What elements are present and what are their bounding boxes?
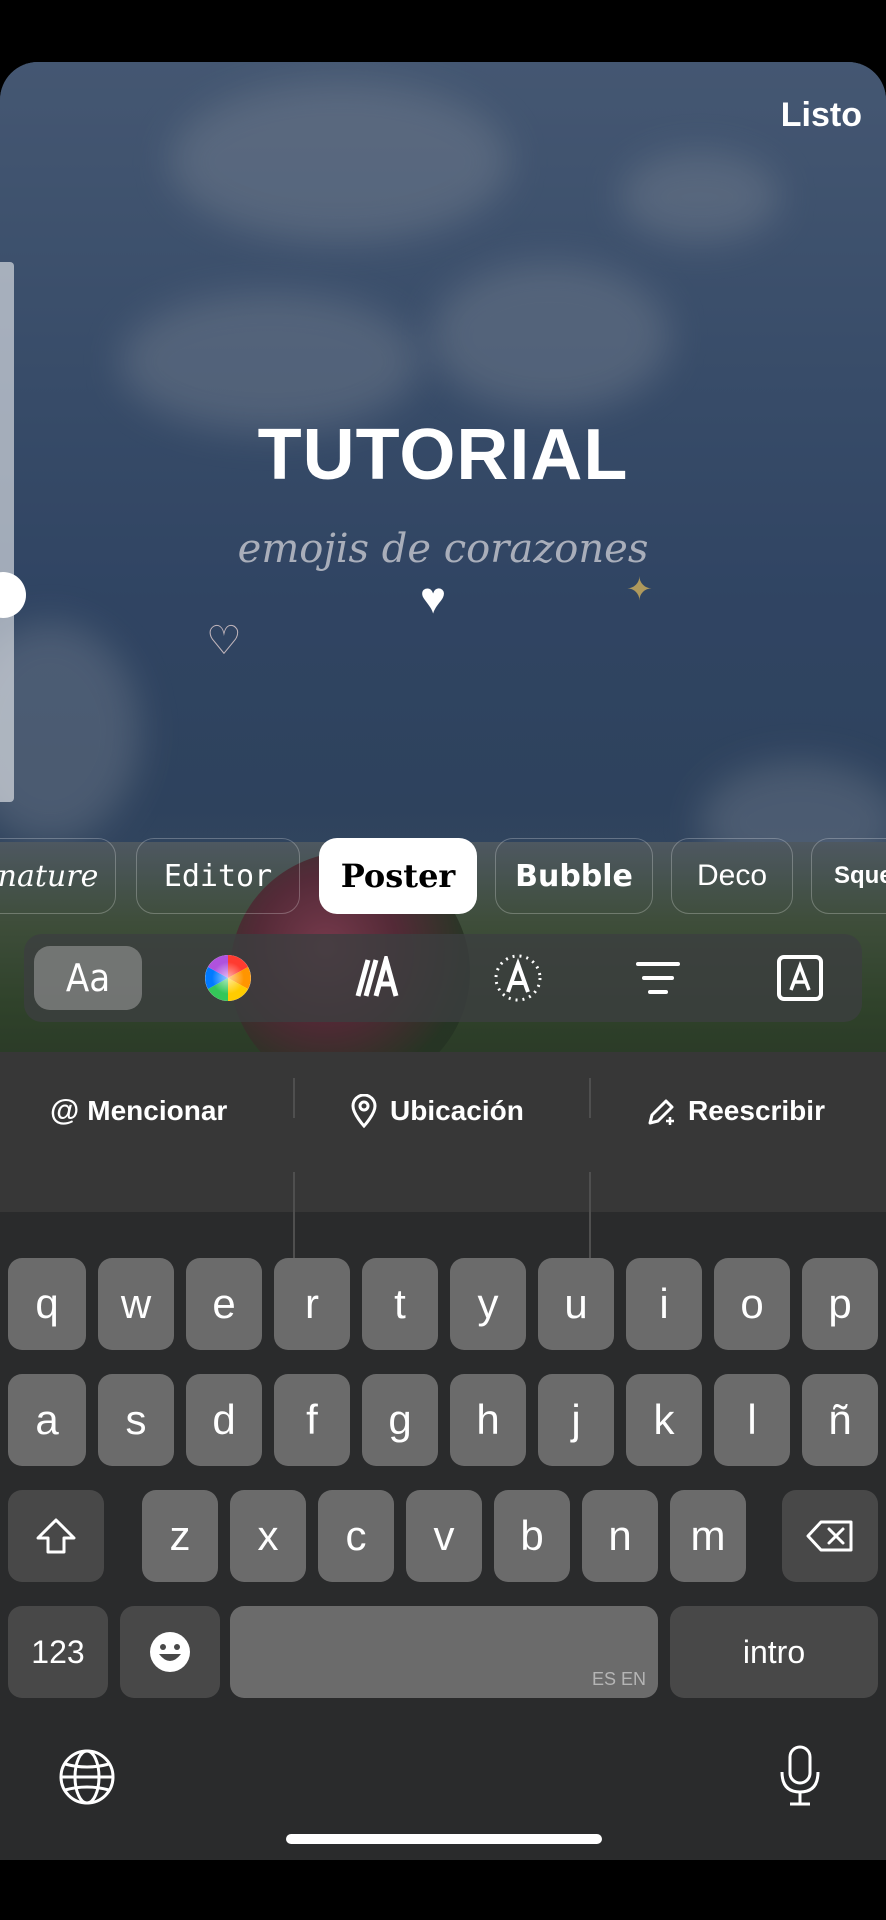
key-j[interactable]: j	[538, 1374, 614, 1466]
key-u[interactable]: u	[538, 1258, 614, 1350]
key-i[interactable]: i	[626, 1258, 702, 1350]
key-g[interactable]: g	[362, 1374, 438, 1466]
style-squeeze[interactable]: Squee	[811, 838, 886, 914]
mention-suggestion[interactable]: @ Mencionar	[50, 1086, 227, 1136]
style-deco[interactable]: Deco	[671, 838, 793, 914]
microphone-icon[interactable]	[778, 1744, 822, 1808]
animation-button[interactable]	[464, 946, 572, 1010]
key-r[interactable]: r	[274, 1258, 350, 1350]
keyboard-language-label: ES EN	[591, 1669, 646, 1689]
emoji-smile-icon	[150, 1632, 190, 1672]
heart-outline-emoji-icon: ♡	[206, 619, 242, 663]
boxed-a-icon	[777, 955, 823, 1001]
story-subtitle-text[interactable]: emojis de corazones	[0, 526, 886, 572]
key-b[interactable]: b	[494, 1490, 570, 1582]
pencil-sparkle-icon	[648, 1099, 674, 1125]
style-poster[interactable]: Poster	[319, 838, 477, 914]
color-picker-button[interactable]	[174, 946, 282, 1010]
key-v[interactable]: v	[406, 1490, 482, 1582]
text-background-button[interactable]	[746, 946, 854, 1010]
done-button[interactable]: Listo	[781, 96, 862, 135]
key-w[interactable]: w	[98, 1258, 174, 1350]
rewrite-suggestion[interactable]: Reescribir	[646, 1086, 825, 1136]
sparkle-emoji-icon: ✦	[626, 571, 653, 607]
backspace-icon	[806, 1520, 853, 1552]
text-style-carousel: nature Editor Poster Bubble Deco Squee	[0, 832, 886, 914]
alignment-button[interactable]	[604, 946, 712, 1010]
numbers-key[interactable]: 123	[8, 1606, 108, 1698]
story-editor: Listo TUTORIAL emojis de corazones ♥ ♡ ✦…	[0, 62, 886, 1860]
key-t[interactable]: t	[362, 1258, 438, 1350]
at-icon: @	[50, 1094, 80, 1127]
location-pin-icon	[351, 1094, 377, 1128]
key-a[interactable]: a	[8, 1374, 86, 1466]
text-effect-button[interactable]	[320, 946, 428, 1010]
emoji-key[interactable]	[120, 1606, 220, 1698]
key-m[interactable]: m	[670, 1490, 746, 1582]
key-e[interactable]: e	[186, 1258, 262, 1350]
animated-a-icon	[494, 954, 542, 1002]
key-o[interactable]: o	[714, 1258, 790, 1350]
key-n-tilde[interactable]: ñ	[802, 1374, 878, 1466]
location-suggestion[interactable]: Ubicación	[350, 1086, 524, 1136]
key-f[interactable]: f	[274, 1374, 350, 1466]
key-n[interactable]: n	[582, 1490, 658, 1582]
center-align-icon	[636, 962, 680, 994]
key-y[interactable]: y	[450, 1258, 526, 1350]
style-nature[interactable]: nature	[0, 838, 116, 914]
home-indicator	[286, 1834, 602, 1844]
font-button[interactable]: Aa	[34, 946, 142, 1010]
color-wheel-icon	[205, 955, 251, 1001]
key-q[interactable]: q	[8, 1258, 86, 1350]
key-z[interactable]: z	[142, 1490, 218, 1582]
globe-icon[interactable]	[58, 1748, 116, 1806]
key-p[interactable]: p	[802, 1258, 878, 1350]
key-s[interactable]: s	[98, 1374, 174, 1466]
italic-slash-a-icon	[355, 956, 399, 997]
story-title-text[interactable]: TUTORIAL	[0, 414, 886, 496]
key-d[interactable]: d	[186, 1374, 262, 1466]
style-editor[interactable]: Editor	[136, 838, 300, 914]
space-bar[interactable]: ES EN	[230, 1606, 658, 1698]
heart-emoji-icon: ♥	[420, 574, 447, 623]
key-l[interactable]: l	[714, 1374, 790, 1466]
shift-key[interactable]	[8, 1490, 104, 1582]
key-c[interactable]: c	[318, 1490, 394, 1582]
key-x[interactable]: x	[230, 1490, 306, 1582]
key-h[interactable]: h	[450, 1374, 526, 1466]
delete-key[interactable]	[782, 1490, 878, 1582]
style-bubble[interactable]: Bubble	[495, 838, 653, 914]
text-tools-toolbar: Aa	[24, 934, 862, 1022]
key-k[interactable]: k	[626, 1374, 702, 1466]
shift-arrow-icon	[36, 1518, 76, 1554]
return-key[interactable]: intro	[670, 1606, 878, 1698]
